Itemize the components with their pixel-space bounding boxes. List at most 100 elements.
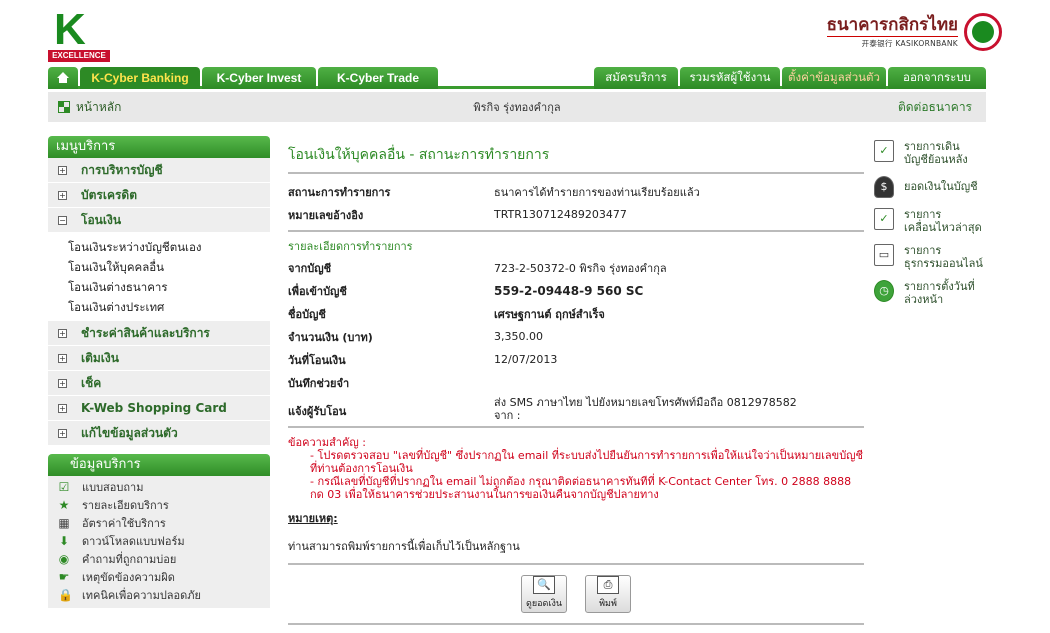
logo-tagline: EXCELLENCE <box>48 50 110 62</box>
page-title: โอนเงินให้บุคคลอื่น - สถานะการทำรายการ <box>288 136 864 174</box>
info-item-security-tips[interactable]: 🔒 เทคนิคเพื่อความปลอดภัย <box>48 586 270 604</box>
detail-section-title: รายละเอียดการทำรายการ <box>288 240 413 253</box>
home-tab[interactable] <box>48 67 78 89</box>
left-sidebar: เมนูบริการ + การบริหารบัญชี + บัตรเครดิต −… <box>48 136 270 608</box>
expand-icon: + <box>58 165 67 175</box>
tab-k-cyber-trade[interactable]: K-Cyber Trade <box>318 67 438 89</box>
menu-item-transfer[interactable]: − โอนเงิน <box>48 208 270 233</box>
document-check-icon: ✓ <box>874 208 894 230</box>
submenu-transfer-others[interactable]: โอนเงินให้บุคคลอื่น <box>68 257 270 277</box>
document-check-icon: ✓ <box>874 140 894 162</box>
info-item-survey[interactable]: ☑ แบบสอบถาม <box>48 478 270 496</box>
date-value: 12/07/2013 <box>494 353 558 366</box>
expand-icon: + <box>58 378 67 388</box>
money-bag-icon: $ <box>874 176 894 198</box>
important-notice: ข้อความสำคัญ : - โปรดตรวจสอบ "เลขที่บัญช… <box>288 436 864 501</box>
kasikornbank-logo: ธนาคารกสิกรไทย 开泰银行 KASIKORNBANK <box>826 12 1002 52</box>
printer-icon: ⎙ <box>597 576 619 594</box>
tab-k-cyber-banking[interactable]: K-Cyber Banking <box>80 67 200 89</box>
menu-item-shopping-card[interactable]: + K-Web Shopping Card <box>48 396 270 421</box>
expand-icon: + <box>58 403 67 413</box>
account-name-value: เศรษฐกานต์ ฤกษ์สำเร็จ <box>494 307 605 321</box>
service-info-title: ข้อมูลบริการ <box>48 454 270 476</box>
date-row: วันที่โอนเงิน 12/07/2013 <box>288 353 558 367</box>
quick-link-statement-history[interactable]: ✓ รายการเดิน บัญชีย้อนหลัง <box>874 140 986 166</box>
expand-icon: + <box>58 328 67 338</box>
quick-link-recent-movements[interactable]: ✓ รายการ เคลื่อนไหวล่าสุด <box>874 208 986 234</box>
transfer-submenu: โอนเงินระหว่างบัญชีตนเอง โอนเงินให้บุคคล… <box>48 233 270 321</box>
home-icon <box>57 72 69 83</box>
home-grid-icon <box>58 101 70 113</box>
info-item-fees[interactable]: ▦ อัตราค่าใช้บริการ <box>48 514 270 532</box>
menu-item-edit-profile[interactable]: + แก้ไขข้อมูลส่วนตัว <box>48 421 270 446</box>
notify-row: แจ้งผู้รับโอน ส่ง SMS ภาษาไทย ไปยังหมายเ… <box>288 396 797 422</box>
info-item-error-report[interactable]: ☛ เหตุขัดข้องความผิด <box>48 568 270 586</box>
download-icon: ⬇ <box>58 534 70 548</box>
bank-emblem-icon <box>964 13 1002 51</box>
action-buttons: 🔍 ดูยอดเงิน ⎙ พิมพ์ <box>288 563 864 625</box>
quick-link-online-transactions[interactable]: ▭ รายการ ธุรกรรมออนไลน์ <box>874 244 986 270</box>
menu-item-pay-bills[interactable]: + ชำระค่าสินค้าและบริการ <box>48 321 270 346</box>
reference-value: TRTR130712489203477 <box>494 208 627 221</box>
contact-bank-link[interactable]: ติดต่อธนาคาร <box>898 98 972 117</box>
notify-line-2: จาก : <box>494 409 521 422</box>
calculator-icon: ▦ <box>58 516 70 530</box>
status-row: สถานะการทำรายการ ธนาคารได้ทำรายการของท่าน… <box>288 180 864 203</box>
info-item-faq[interactable]: ◉ คำถามที่ถูกถามบ่อย <box>48 550 270 568</box>
info-item-download-forms[interactable]: ⬇ ดาวน์โหลดแบบฟอร์ม <box>48 532 270 550</box>
memo-row: บันทึกช่วยจำ <box>288 376 350 390</box>
amount-value: 3,350.00 <box>494 330 543 343</box>
tab-register[interactable]: สมัครบริการ <box>594 67 678 89</box>
quick-links: ✓ รายการเดิน บัญชีย้อนหลัง $ ยอดเงินในบัญ… <box>874 140 986 316</box>
quick-link-scheduled[interactable]: ◷ รายการตั้งวันที่ ล่วงหน้า <box>874 280 986 306</box>
amount-row: จำนวนเงิน (บาท) 3,350.00 <box>288 330 543 344</box>
tab-k-cyber-invest[interactable]: K-Cyber Invest <box>202 67 316 89</box>
print-button[interactable]: ⎙ พิมพ์ <box>585 575 631 613</box>
main-content: โอนเงินให้บุคคลอื่น - สถานะการทำรายการ ส… <box>288 136 864 625</box>
tab-logout[interactable]: ออกจากระบบ <box>888 67 986 89</box>
service-menu-title: เมนูบริการ <box>48 136 270 158</box>
remark-text: ท่านสามารถพิมพ์รายการนี้เพื่อเก็บไว้เป็น… <box>288 540 520 553</box>
sub-bar: หน้าหลัก พิรกิจ รุ่งทองคำกุล ติดต่อธนาคา… <box>48 92 986 122</box>
menu-item-credit-card[interactable]: + บัตรเครดิต <box>48 183 270 208</box>
menu-item-cheque[interactable]: + เช็ค <box>48 371 270 396</box>
expand-icon: + <box>58 190 67 200</box>
expand-icon: + <box>58 428 67 438</box>
quick-link-balance[interactable]: $ ยอดเงินในบัญชี <box>874 176 986 198</box>
reference-row: หมายเลขอ้างอิง TRTR130712489203477 <box>288 208 627 222</box>
service-info-list: ☑ แบบสอบถาม ★ รายละเอียดบริการ ▦ อัตราค่าใช… <box>48 476 270 608</box>
info-item-service-details[interactable]: ★ รายละเอียดบริการ <box>48 496 270 514</box>
menu-item-topup[interactable]: + เติมเงิน <box>48 346 270 371</box>
monitor-icon: ▭ <box>874 244 894 266</box>
user-name: พิรกิจ รุ่งทองคำกุล <box>473 101 561 114</box>
submenu-transfer-own[interactable]: โอนเงินระหว่างบัญชีตนเอง <box>68 237 270 257</box>
clock-icon: ◷ <box>874 280 894 302</box>
k-excellence-logo: K EXCELLENCE <box>48 8 112 62</box>
collapse-icon: − <box>58 215 67 225</box>
checkbox-icon: ☑ <box>58 480 70 494</box>
main-nav: K-Cyber Banking K-Cyber Invest K-Cyber T… <box>48 67 986 89</box>
bank-name-sub: 开泰银行 KASIKORNBANK <box>826 35 958 49</box>
lock-icon: 🔒 <box>58 588 73 602</box>
view-balance-button[interactable]: 🔍 ดูยอดเงิน <box>521 575 567 613</box>
expand-icon: + <box>58 353 67 363</box>
magnifier-icon: 🔍 <box>533 576 555 594</box>
tab-combine-user[interactable]: รวมรหัสผู้ใช้งาน <box>680 67 780 89</box>
to-account-value: 559-2-09448-9 560 SC <box>494 283 644 298</box>
remark-title: หมายเหตุ: <box>288 512 338 525</box>
tab-personal-settings[interactable]: ตั้งค่าข้อมูลส่วนตัว <box>782 67 886 89</box>
notice-item-1: - โปรดตรวจสอบ "เลขที่บัญชี" ซึ่งปรากฏใน … <box>310 449 864 475</box>
submenu-transfer-interbank[interactable]: โอนเงินต่างธนาคาร <box>68 277 270 297</box>
status-value: ธนาคารได้ทำรายการของท่านเรียบร้อยแล้ว <box>494 185 700 199</box>
notice-item-2: - กรณีเลขที่บัญชีที่ปรากฏใน email ไม่ถูก… <box>310 475 852 501</box>
submenu-transfer-international[interactable]: โอนเงินต่างประเทศ <box>68 297 270 317</box>
faq-icon: ◉ <box>58 552 70 566</box>
to-account-row: เพื่อเข้าบัญชี 559-2-09448-9 560 SC <box>288 283 644 298</box>
star-icon: ★ <box>58 498 70 512</box>
account-name-row: ชื่อบัญชี เศรษฐกานต์ ฤกษ์สำเร็จ <box>288 302 864 325</box>
logo-k-letter: K <box>54 5 86 54</box>
bank-name-thai: ธนาคารกสิกรไทย <box>826 14 958 34</box>
home-link[interactable]: หน้าหลัก <box>76 98 121 117</box>
menu-item-account-management[interactable]: + การบริหารบัญชี <box>48 158 270 183</box>
from-account-value: 723-2-50372-0 พิรกิจ รุ่งทองคำกุล <box>494 261 667 275</box>
